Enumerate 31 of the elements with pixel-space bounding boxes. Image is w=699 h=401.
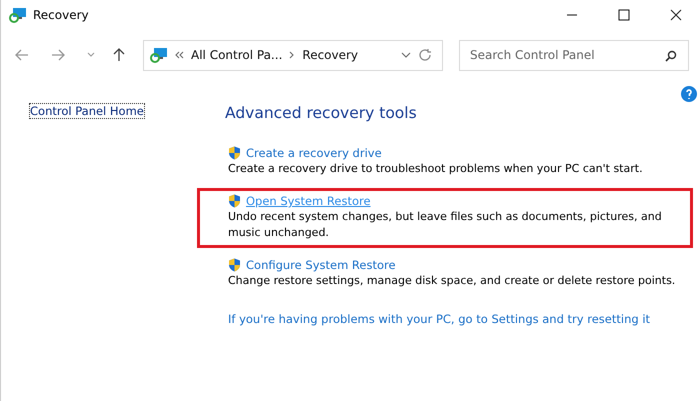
close-icon[interactable] — [670, 9, 682, 21]
tool-description: Create a recovery drive to troubleshoot problems when your PC can't start. — [228, 161, 644, 177]
chevron-down-icon[interactable] — [87, 52, 95, 58]
recovery-icon — [150, 47, 168, 63]
chevron-down-icon[interactable] — [401, 52, 411, 58]
up-arrow-icon[interactable] — [113, 48, 125, 62]
tool-link[interactable]: Configure System Restore — [246, 258, 396, 272]
section-heading: Advanced recovery tools — [225, 104, 418, 122]
double-chevron-icon[interactable] — [175, 51, 184, 59]
tool-description: Undo recent system changes, but leave files such as documents, pictures, and music unchanged. — [228, 209, 663, 241]
shield-icon — [228, 258, 241, 272]
back-arrow-icon[interactable] — [15, 49, 29, 61]
shield-icon — [228, 146, 241, 160]
breadcrumb-item[interactable]: All Control Pa... — [191, 48, 282, 62]
recovery-icon — [9, 7, 27, 23]
window-title: Recovery — [33, 8, 89, 22]
address-bar[interactable]: All Control Pa... Recovery — [143, 40, 443, 70]
breadcrumb-item[interactable]: Recovery — [302, 48, 358, 62]
chevron-right-icon — [289, 51, 296, 59]
tool-description: Change restore settings, manage disk space, and create or delete restore points. — [228, 273, 676, 289]
tool-link[interactable]: Create a recovery drive — [246, 146, 382, 160]
tool-link[interactable]: Open System Restore — [246, 194, 371, 208]
help-icon[interactable] — [681, 86, 697, 102]
sidebar-link[interactable]: Control Panel Home — [29, 103, 145, 119]
reset-link[interactable]: If you're having problems with your PC, go to Settings and try resetting it — [228, 312, 693, 326]
maximize-icon[interactable] — [618, 9, 630, 21]
refresh-icon[interactable] — [418, 48, 432, 62]
search-field[interactable]: Search Control Panel — [459, 40, 689, 70]
forward-arrow-icon[interactable] — [51, 49, 65, 61]
search-icon — [665, 50, 677, 62]
shield-icon — [228, 194, 241, 208]
